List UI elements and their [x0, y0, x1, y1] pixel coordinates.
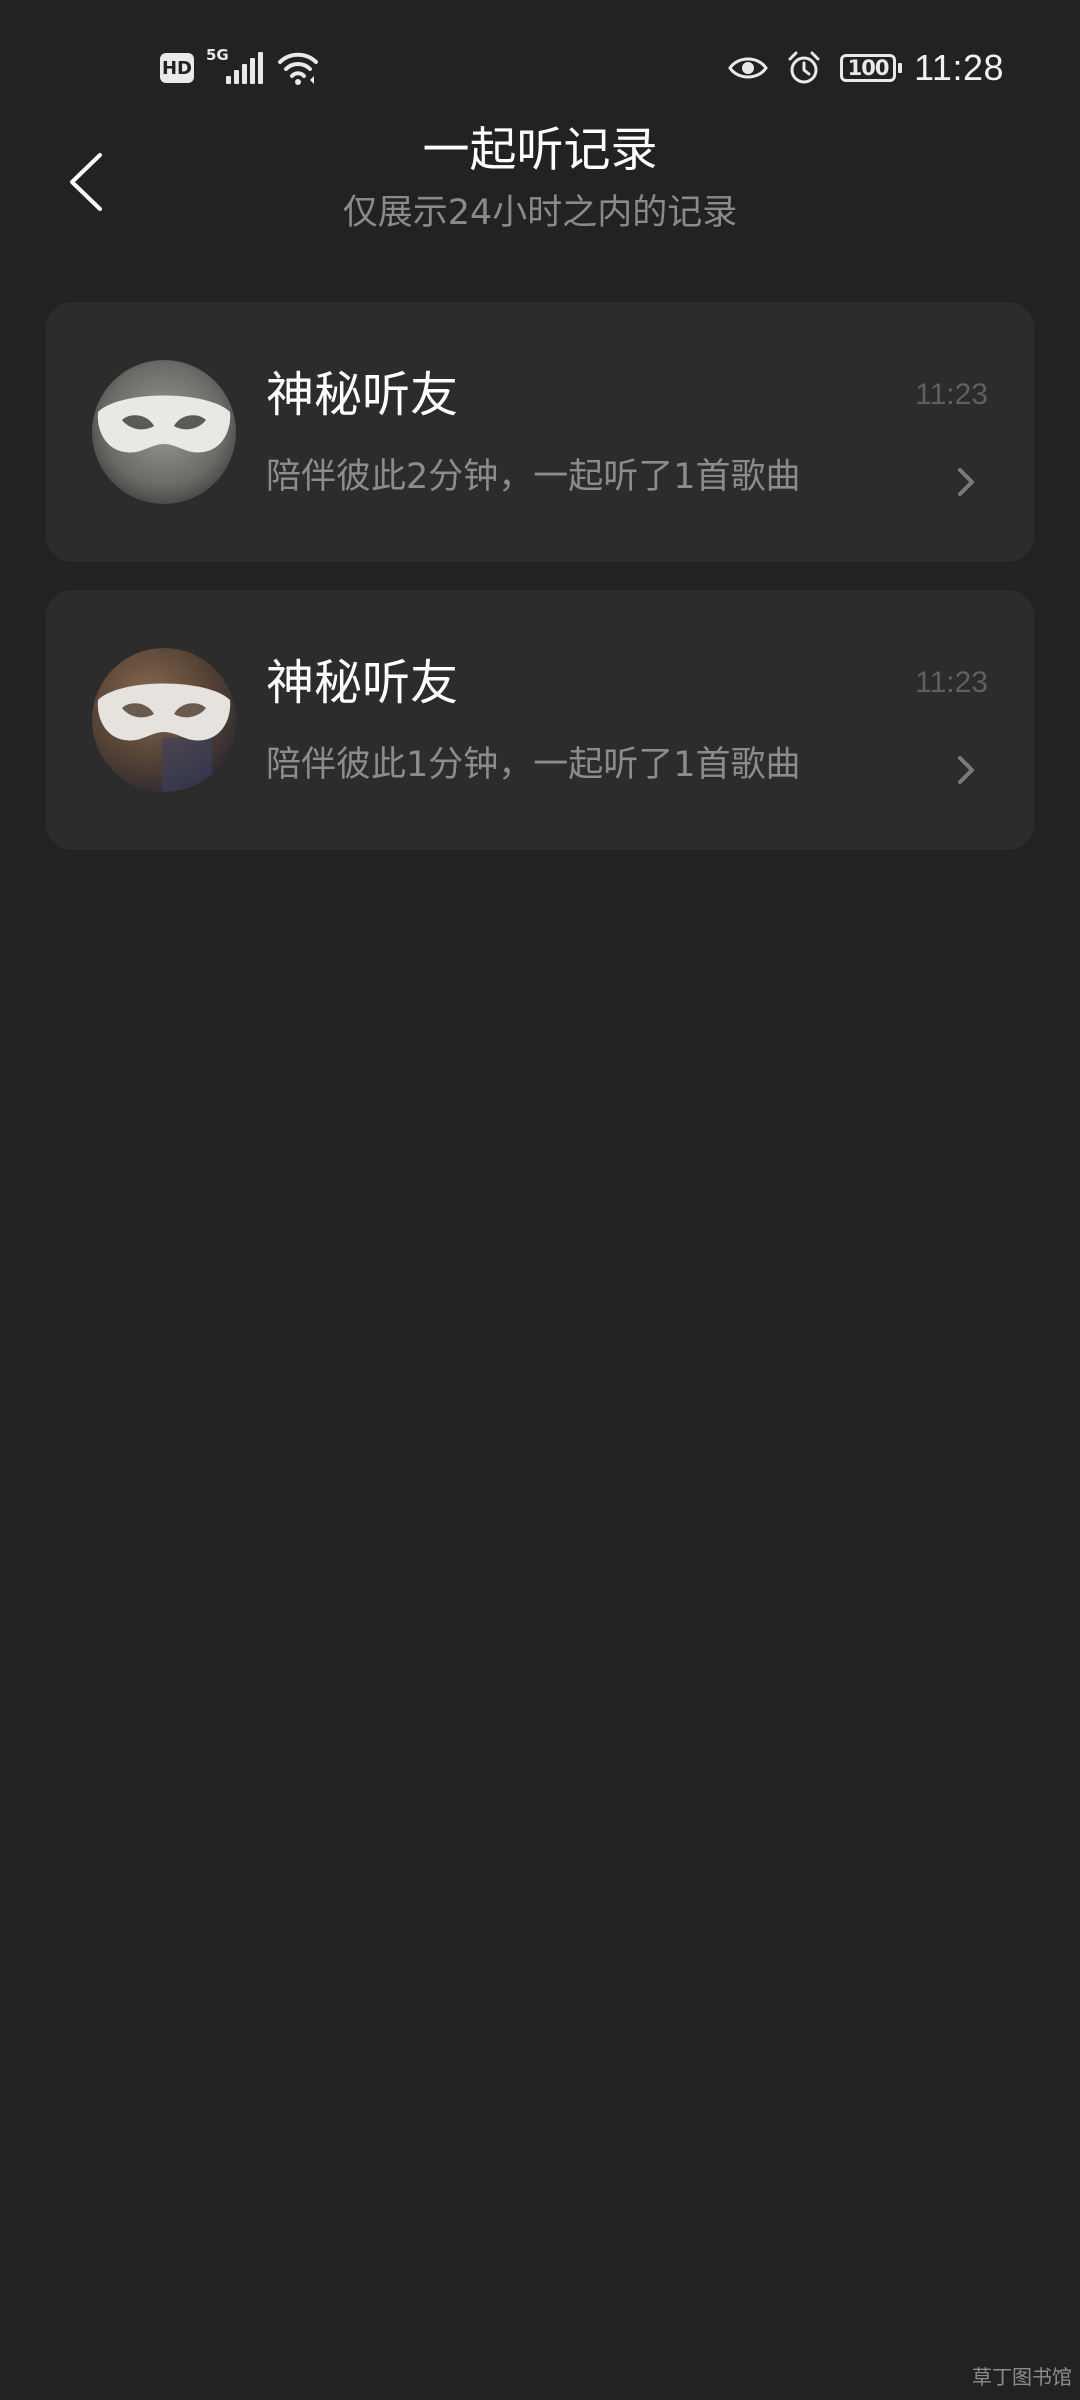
page-subtitle: 仅展示24小时之内的记录 [342, 193, 738, 233]
status-bar: HD 5G 100 11:28 [0, 0, 1080, 110]
listen-record-card[interactable]: 神秘听友 陪伴彼此1分钟，一起听了1首歌曲 11:23 [46, 590, 1034, 850]
listen-record-card[interactable]: 神秘听友 陪伴彼此2分钟，一起听了1首歌曲 11:23 [46, 302, 1034, 562]
record-time: 11:23 [915, 666, 988, 699]
cellular-signal-icon: 5G [206, 46, 264, 88]
status-time: 11:28 [914, 47, 1004, 88]
record-time: 11:23 [915, 378, 988, 411]
page-title: 一起听记录 [422, 123, 658, 178]
eye-comfort-icon [728, 57, 768, 79]
avatar [92, 360, 236, 504]
alarm-icon [788, 51, 820, 84]
mask-avatar-icon [92, 648, 236, 792]
record-description: 陪伴彼此1分钟，一起听了1首歌曲 [266, 745, 801, 785]
record-description: 陪伴彼此2分钟，一起听了1首歌曲 [266, 457, 801, 497]
hd-badge: HD [160, 53, 194, 83]
chevron-right-icon [958, 756, 974, 784]
status-left-group: HD 5G [160, 46, 320, 90]
mask-avatar-icon [92, 360, 236, 504]
status-right-group: 100 11:28 [728, 46, 1004, 90]
listener-name: 神秘听友 [266, 655, 459, 711]
battery-icon: 100 [840, 54, 903, 82]
avatar [92, 648, 236, 792]
chevron-right-icon [958, 468, 974, 496]
wifi-icon [278, 52, 318, 85]
watermark: 草丁图书馆 [972, 2365, 1072, 2389]
network-type-label: 5G [206, 46, 229, 64]
listener-name: 神秘听友 [266, 367, 459, 423]
